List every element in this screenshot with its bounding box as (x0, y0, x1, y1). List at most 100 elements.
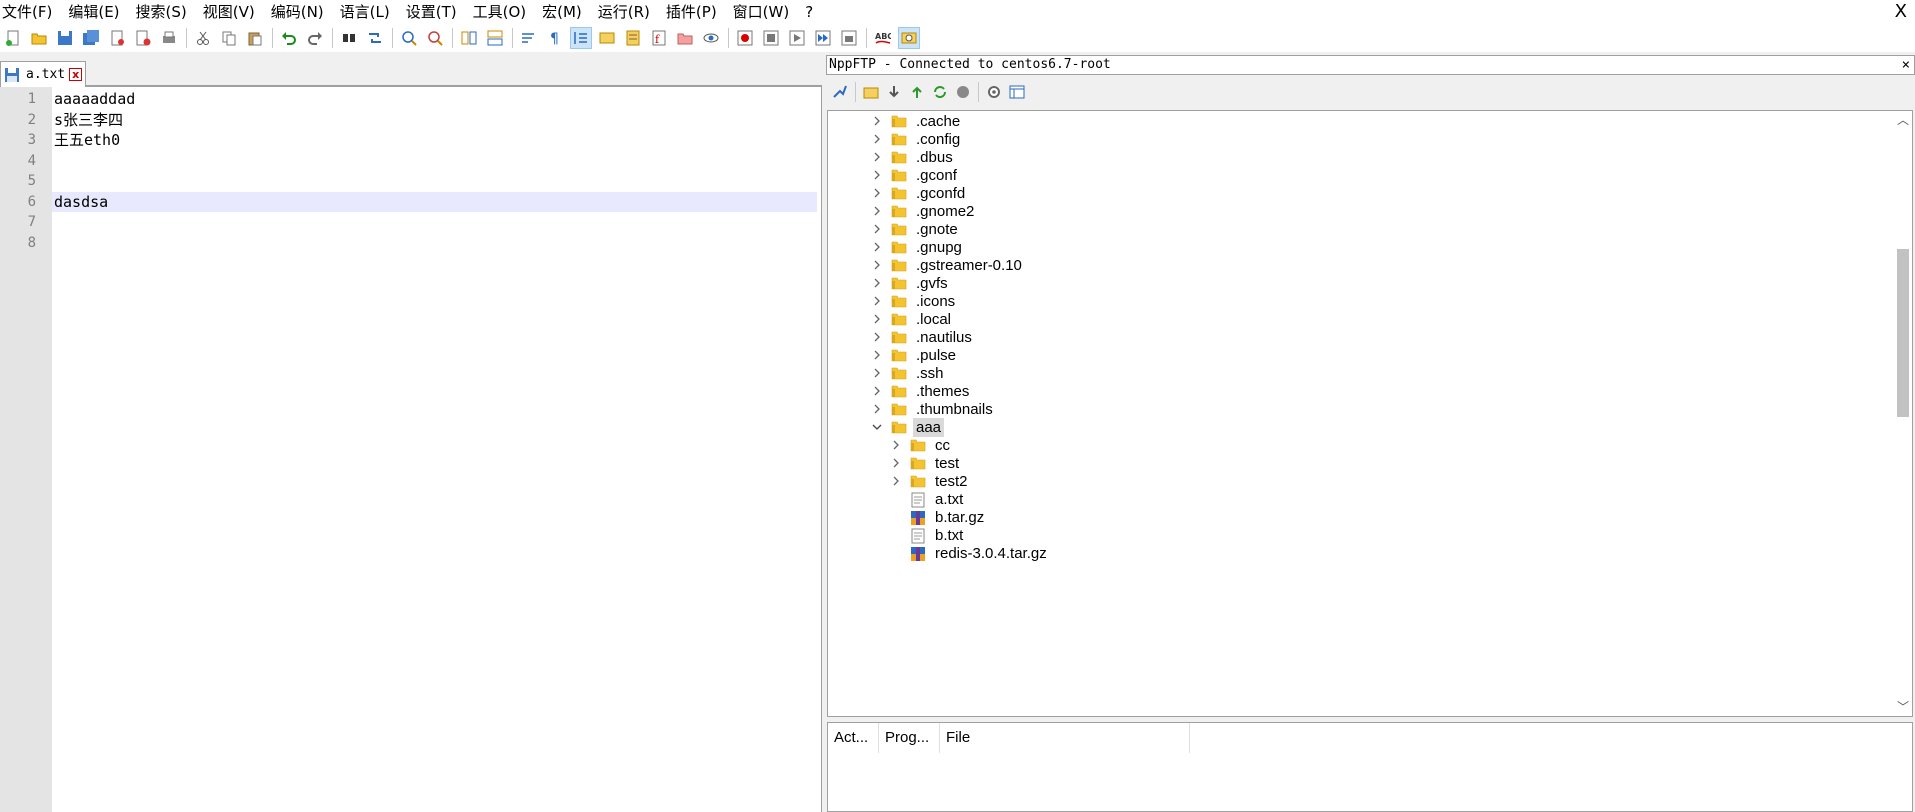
paste-icon[interactable] (244, 27, 266, 49)
queue-column-header[interactable]: Prog... (879, 723, 940, 753)
indent-guide-icon[interactable] (570, 27, 592, 49)
upload-icon[interactable] (907, 82, 927, 102)
play-macro-icon[interactable] (786, 27, 808, 49)
tree-folder-item[interactable]: .nautilus (869, 328, 975, 346)
scroll-up-icon[interactable]: ︿ (1894, 111, 1912, 129)
tree-file-item[interactable]: redis-3.0.4.tar.gz (888, 544, 1050, 562)
chevron-right-icon[interactable] (869, 167, 885, 183)
menu-item[interactable]: 插件(P) (664, 0, 723, 24)
stop-macro-icon[interactable] (760, 27, 782, 49)
close-file-icon[interactable] (106, 27, 128, 49)
tree-folder-item[interactable]: .gvfs (869, 274, 951, 292)
connect-icon[interactable] (830, 82, 850, 102)
save-all-icon[interactable] (80, 27, 102, 49)
queue-column-header[interactable]: Act... (828, 723, 879, 753)
tree-folder-item[interactable]: .config (869, 130, 963, 148)
tree-file-item[interactable]: a.txt (888, 490, 966, 508)
function-list-icon[interactable]: f (648, 27, 670, 49)
scroll-thumb[interactable] (1897, 249, 1909, 417)
editor-line[interactable]: aaaaaddad (54, 89, 135, 109)
chevron-right-icon[interactable] (869, 347, 885, 363)
open-file-icon[interactable] (28, 27, 50, 49)
record-macro-icon[interactable] (734, 27, 756, 49)
nppftp-icon[interactable] (898, 27, 920, 49)
tree-folder-item[interactable]: test (888, 454, 962, 472)
chevron-right-icon[interactable] (869, 311, 885, 327)
chevron-right-icon[interactable] (869, 185, 885, 201)
undo-icon[interactable] (278, 27, 300, 49)
zoom-in-icon[interactable] (398, 27, 420, 49)
chevron-right-icon[interactable] (869, 365, 885, 381)
chevron-right-icon[interactable] (888, 455, 904, 471)
tree-scrollbar[interactable]: ︿ ﹀ (1894, 111, 1912, 716)
chevron-right-icon[interactable] (888, 473, 904, 489)
chevron-right-icon[interactable] (869, 221, 885, 237)
new-file-icon[interactable] (2, 27, 24, 49)
open-dir-icon[interactable] (861, 82, 881, 102)
refresh-icon[interactable] (930, 82, 950, 102)
save-icon[interactable] (54, 27, 76, 49)
chevron-right-icon[interactable] (869, 131, 885, 147)
tree-folder-item[interactable]: aaa (869, 417, 945, 437)
find-icon[interactable] (338, 27, 360, 49)
menu-item[interactable]: 宏(M) (540, 0, 588, 24)
chevron-right-icon[interactable] (869, 401, 885, 417)
tree-folder-item[interactable]: .gconf (869, 166, 960, 184)
close-all-icon[interactable] (132, 27, 154, 49)
tree-file-item[interactable]: b.tar.gz (888, 508, 987, 526)
chevron-right-icon[interactable] (869, 257, 885, 273)
editor-area[interactable]: 1 2 3 4 5 6 7 8 aaaaaddad s张三李四 王五eth0 dasdsa (0, 87, 822, 812)
chevron-right-icon[interactable] (869, 203, 885, 219)
chevron-right-icon[interactable] (869, 293, 885, 309)
redo-icon[interactable] (304, 27, 326, 49)
tree-folder-item[interactable]: test2 (888, 472, 971, 490)
tree-folder-item[interactable]: .thumbnails (869, 400, 996, 418)
queue-column-header[interactable]: File (940, 723, 1190, 753)
tree-folder-item[interactable]: .gconfd (869, 184, 968, 202)
chevron-right-icon[interactable] (888, 437, 904, 453)
cut-icon[interactable] (192, 27, 214, 49)
editor-line[interactable]: 王五eth0 (54, 130, 120, 150)
doc-map-icon[interactable] (622, 27, 644, 49)
chevron-right-icon[interactable] (869, 275, 885, 291)
spellcheck-icon[interactable]: ABC (872, 27, 894, 49)
menu-item[interactable]: 工具(O) (471, 0, 533, 24)
tree-folder-item[interactable]: .themes (869, 382, 972, 400)
tab-close-button[interactable]: x (69, 68, 83, 81)
sync-h-icon[interactable] (484, 27, 506, 49)
chevron-right-icon[interactable] (869, 149, 885, 165)
word-wrap-icon[interactable] (518, 27, 540, 49)
editor-line[interactable]: s张三李四 (54, 110, 123, 130)
tree-folder-item[interactable]: .gstreamer-0.10 (869, 256, 1025, 274)
save-macro-icon[interactable] (838, 27, 860, 49)
show-all-chars-icon[interactable]: ¶ (544, 27, 566, 49)
tree-folder-item[interactable]: .gnome2 (869, 202, 977, 220)
chevron-right-icon[interactable] (869, 113, 885, 129)
menu-item[interactable]: 文件(F) (0, 0, 58, 24)
tree-folder-item[interactable]: .gnupg (869, 238, 965, 256)
nppftp-close-button[interactable]: × (1902, 56, 1910, 74)
tree-folder-item[interactable]: .ssh (869, 364, 947, 382)
sync-v-icon[interactable] (458, 27, 480, 49)
menu-item[interactable]: 编辑(E) (66, 0, 125, 24)
run-macro-multiple-icon[interactable] (812, 27, 834, 49)
zoom-out-icon[interactable] (424, 27, 446, 49)
menu-item[interactable]: 视图(V) (201, 0, 261, 24)
menu-item[interactable]: 窗口(W) (731, 0, 796, 24)
chevron-right-icon[interactable] (869, 329, 885, 345)
tree-folder-item[interactable]: .icons (869, 292, 958, 310)
monitor-icon[interactable] (700, 27, 722, 49)
tree-folder-item[interactable]: cc (888, 436, 953, 454)
folder-workspace-icon[interactable] (674, 27, 696, 49)
editor-line[interactable]: dasdsa (54, 192, 108, 212)
menu-item[interactable]: 搜索(S) (134, 0, 193, 24)
menu-item[interactable]: ? (803, 0, 819, 24)
download-icon[interactable] (884, 82, 904, 102)
chevron-right-icon[interactable] (869, 383, 885, 399)
message-window-icon[interactable] (1007, 82, 1027, 102)
print-icon[interactable] (158, 27, 180, 49)
tab-a-txt[interactable]: a.txt x (0, 61, 86, 87)
window-close-button[interactable]: X (1895, 0, 1907, 24)
scroll-down-icon[interactable]: ﹀ (1894, 698, 1912, 716)
tree-folder-item[interactable]: .cache (869, 112, 963, 130)
